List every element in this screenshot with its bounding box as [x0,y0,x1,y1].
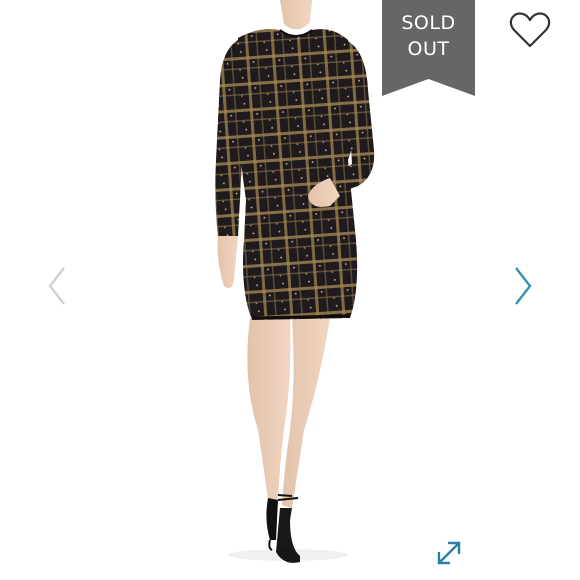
heart-outline-icon[interactable] [508,11,552,49]
expand-arrows-icon[interactable] [434,538,464,568]
sold-out-line1: SOLD [401,12,456,34]
chevron-right-icon[interactable] [510,264,536,308]
sold-out-line2: OUT [407,38,450,60]
product-image-viewer: SOLD OUT [0,0,580,580]
sold-out-badge: SOLD OUT [382,0,475,96]
chevron-left-icon[interactable] [44,264,70,308]
product-photo [180,0,410,580]
